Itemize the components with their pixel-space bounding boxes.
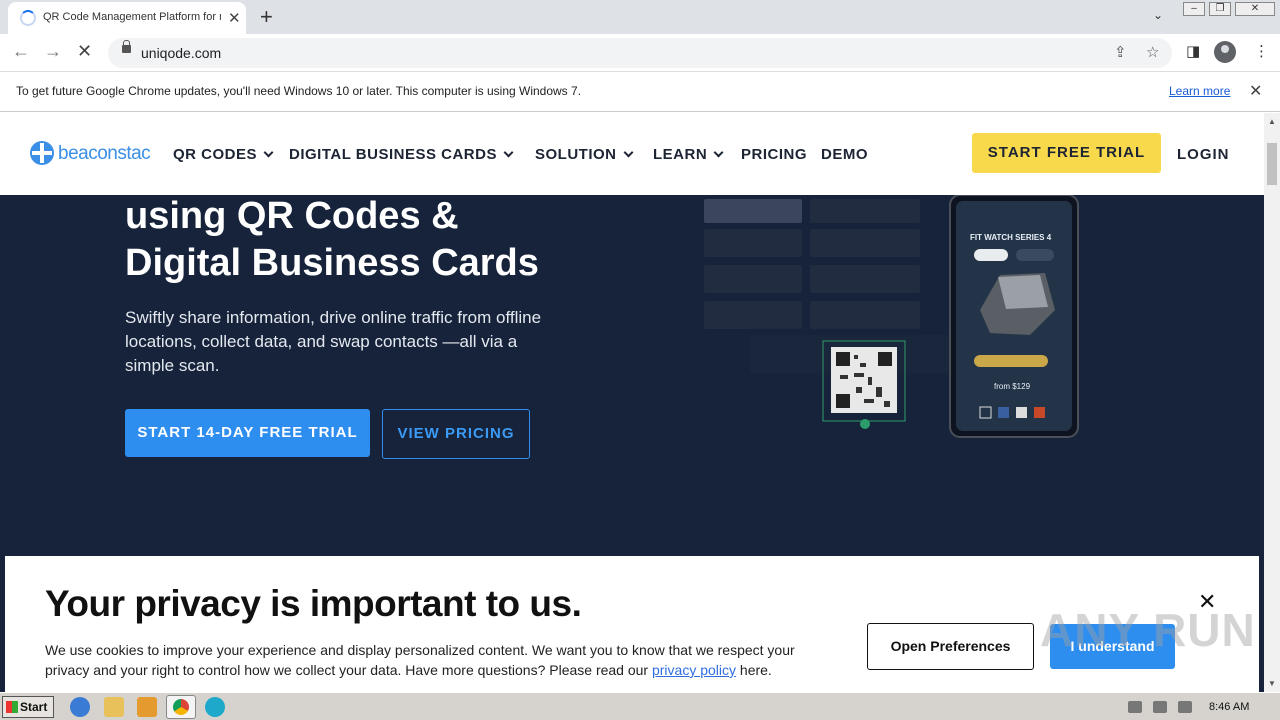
network-icon[interactable] [1153,701,1167,713]
stop-loading-icon[interactable]: ✕ [77,41,92,62]
file-explorer-icon[interactable] [104,697,124,717]
url-text[interactable]: uniqode.com [141,45,221,61]
tab-title: QR Code Management Platform for m [43,11,221,23]
action-center-flag-icon[interactable] [1178,701,1192,713]
cookie-text: We use cookies to improve your experienc… [45,642,795,678]
address-bar[interactable]: uniqode.com ⇪ ☆ [108,38,1172,68]
volume-icon[interactable] [1128,701,1142,713]
phone-product-title: FIT WATCH SERIES 4 [970,233,1052,242]
phone-product-price: from $129 [994,382,1031,391]
page-scrollbar[interactable]: ▲ ▼ [1264,113,1280,692]
start-14-day-trial-button[interactable]: START 14-DAY FREE TRIAL [125,409,370,457]
loading-spinner-icon [20,10,36,26]
infobar-message: To get future Google Chrome updates, you… [16,84,582,98]
minimize-window-icon[interactable]: – [1183,2,1205,16]
scroll-down-icon[interactable]: ▼ [1268,679,1276,688]
chrome-menu-icon[interactable]: ⋮ [1254,42,1269,60]
nav-solution[interactable]: SOLUTION [535,146,633,163]
share-icon[interactable]: ⇪ [1114,43,1127,61]
site-logo[interactable]: beaconstac [58,143,151,165]
side-panel-icon[interactable]: ◨ [1186,42,1200,60]
infobar-close-icon[interactable]: ✕ [1249,81,1262,101]
hero-title-line2: Digital Business Cards [125,242,539,284]
hero-subtitle: Swiftly share information, drive online … [125,308,542,375]
lock-icon[interactable] [122,40,131,53]
qr-code-frame [822,340,906,429]
cookie-title: Your privacy is important to us. [45,583,582,624]
beaconstac-logo-icon[interactable] [30,141,54,165]
chevron-down-icon [503,147,514,158]
media-player-icon[interactable] [137,697,157,717]
edge-icon[interactable] [205,697,225,717]
tab-close-icon[interactable]: ✕ [228,9,241,27]
chrome-taskbar-icon[interactable] [166,695,196,719]
start-label: Start [20,700,48,714]
restore-window-icon[interactable]: ❐ [1209,2,1231,16]
chrome-logo-icon [173,699,189,715]
chevron-down-icon [263,147,274,158]
back-arrow-icon[interactable]: ← [12,41,30,62]
start-button[interactable]: Start [2,696,54,718]
internet-explorer-icon[interactable] [70,697,90,717]
clock[interactable]: 8:46 AM [1209,701,1249,713]
nav-qr-codes[interactable]: QR CODES [173,146,274,163]
nav-learn[interactable]: LEARN [653,146,724,163]
learn-more-link[interactable]: Learn more [1169,84,1230,98]
windows-taskbar: Start 8:46 AM [0,692,1280,720]
scrollbar-thumb[interactable] [1267,143,1277,185]
open-preferences-button[interactable]: Open Preferences [867,623,1034,670]
view-pricing-button[interactable]: VIEW PRICING [382,409,530,459]
dashboard-mockup [704,199,950,373]
nav-digital-business-cards[interactable]: DIGITAL BUSINESS CARDS [289,146,514,163]
browser-tab[interactable]: QR Code Management Platform for m ✕ [8,2,246,34]
tab-strip: QR Code Management Platform for m ✕ + ⌄ … [0,0,1280,34]
windows-logo-icon [6,701,18,713]
tab-search-chevron-icon[interactable]: ⌄ [1153,8,1163,22]
browser-toolbar: ← → ✕ uniqode.com ⇪ ☆ [0,34,1280,72]
nav-demo[interactable]: DEMO [821,146,868,163]
hero-title: using QR Codes & Digital Business Cards [125,193,645,287]
privacy-policy-link[interactable]: privacy policy [652,662,736,678]
forward-arrow-icon[interactable]: → [44,41,62,62]
start-free-trial-button[interactable]: START FREE TRIAL [972,133,1161,173]
update-infobar: To get future Google Chrome updates, you… [0,72,1280,112]
close-window-icon[interactable]: ✕ [1235,2,1275,16]
phone-mockup: FIT WATCH SERIES 4 from $129 [949,195,1079,438]
nav-pricing[interactable]: PRICING [741,146,807,163]
scroll-up-icon[interactable]: ▲ [1268,117,1276,126]
chevron-down-icon [713,147,724,158]
login-link[interactable]: LOGIN [1177,146,1230,163]
profile-avatar-icon[interactable] [1214,41,1236,63]
hero-illustration: FIT WATCH SERIES 4 from $129 [704,195,1079,438]
chevron-down-icon [623,147,633,158]
anyrun-watermark: ANY RUN [1040,604,1256,656]
new-tab-icon[interactable]: + [260,4,273,30]
hero-title-line1: using QR Codes & [125,195,459,237]
site-navbar: beaconstac QR CODES DIGITAL BUSINESS CAR… [0,113,1264,195]
bookmark-star-icon[interactable]: ☆ [1146,43,1159,61]
